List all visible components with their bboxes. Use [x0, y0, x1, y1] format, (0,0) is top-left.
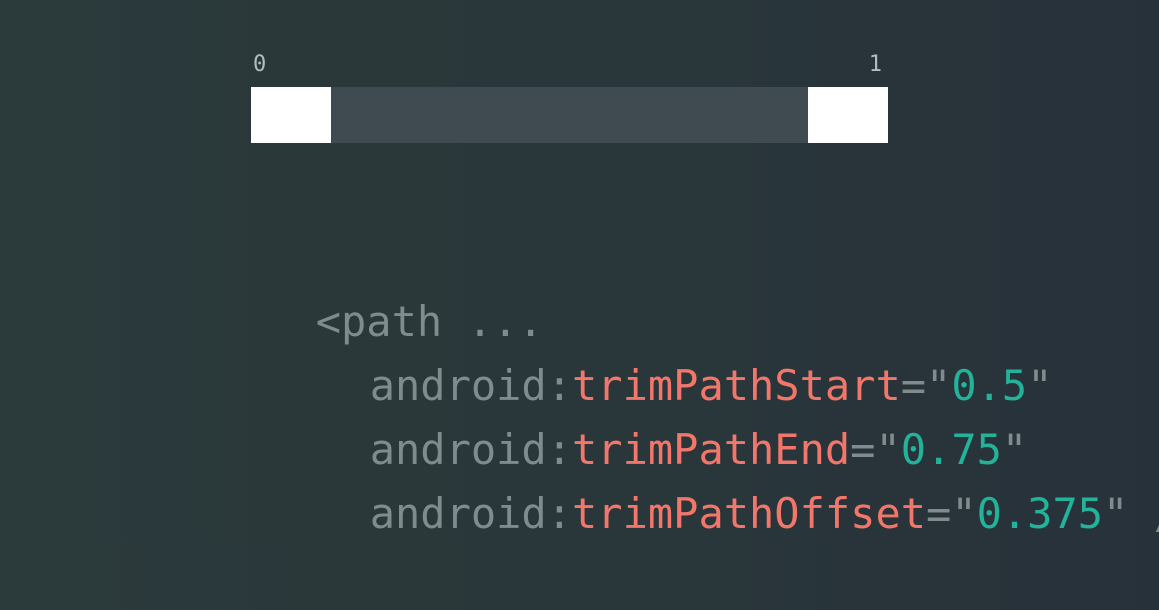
code-line-trim-end: android:trimPathEnd="0.75" — [218, 354, 1027, 474]
code-token-namespace: android: — [369, 489, 573, 538]
code-token-attribute: trimPathOffset — [572, 489, 927, 538]
code-line-trim-offset: android:trimPathOffset="0.375" /> — [218, 418, 1159, 538]
code-snippet: <path ... android:trimPathStart="0.5" an… — [0, 226, 1159, 610]
range-start-label: 0 — [253, 52, 267, 77]
code-token-quote: " — [1027, 361, 1053, 410]
code-token-closing: " /> — [1103, 489, 1159, 538]
code-line-path-tag: <path ... — [164, 226, 544, 346]
code-token-value: 0.375 — [976, 489, 1104, 538]
code-token-equals: =" — [926, 489, 977, 538]
trim-range-bar — [251, 87, 888, 143]
visible-segment-2 — [808, 87, 888, 143]
visible-segment-1 — [251, 87, 331, 143]
trim-path-slide: 0 1 <path ... android:trimPathStart="0.5… — [0, 0, 1159, 538]
code-line-trim-start: android:trimPathStart="0.5" — [218, 290, 1053, 410]
range-scale: 0 1 — [251, 52, 888, 80]
range-end-label: 1 — [868, 52, 882, 77]
